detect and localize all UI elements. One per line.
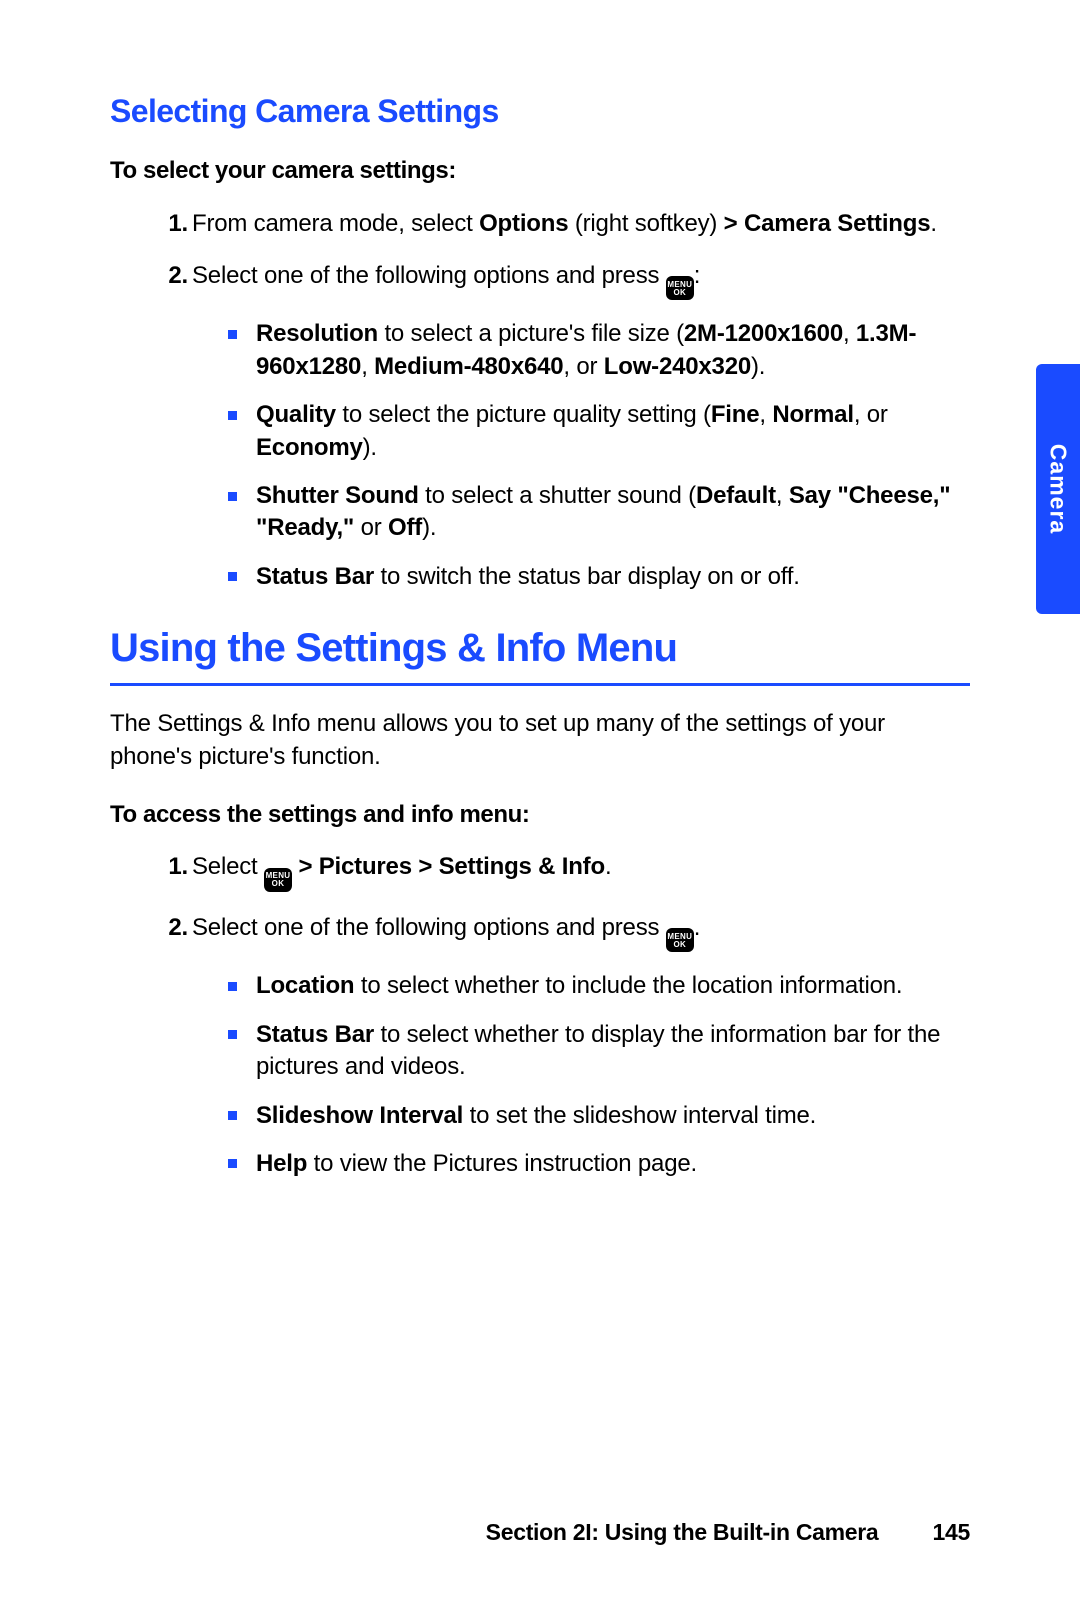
option-name: Status Bar xyxy=(256,1021,374,1048)
text: ," xyxy=(336,514,354,541)
text: . xyxy=(694,914,700,941)
text: , xyxy=(759,401,772,428)
key-bottom: OK xyxy=(673,289,686,297)
footer-section-label: Section 2I: Using the Built-in Camera xyxy=(486,1519,879,1545)
value: Fine xyxy=(711,401,760,428)
steps-access-settings-info: Select MENUOK > Pictures > Settings & In… xyxy=(110,851,970,1180)
text: , or xyxy=(854,401,888,428)
manual-page: Camera Selecting Camera Settings To sele… xyxy=(0,0,1080,1620)
option-status-bar: Status Bar to select whether to display … xyxy=(228,1019,970,1084)
page-footer: Section 2I: Using the Built-in Camera 14… xyxy=(0,1517,1080,1548)
option-resolution: Resolution to select a picture's file si… xyxy=(228,318,970,383)
text: to select a picture's file size ( xyxy=(378,320,684,347)
text: , xyxy=(361,353,374,380)
side-tab-label: Camera xyxy=(1042,444,1073,534)
footer-page-number: 145 xyxy=(933,1517,970,1548)
text: : xyxy=(694,262,700,289)
heading-selecting-camera-settings: Selecting Camera Settings xyxy=(110,90,970,133)
option-name: Quality xyxy=(256,401,336,428)
step-2: Select one of the following options and … xyxy=(162,912,970,1180)
option-help: Help to view the Pictures instruction pa… xyxy=(228,1148,970,1180)
text-bold: > Camera Settings xyxy=(724,210,931,237)
text: to view the Pictures instruction page. xyxy=(307,1150,697,1177)
heading-using-settings-info-menu: Using the Settings & Info Menu xyxy=(110,621,970,675)
text: Select xyxy=(192,853,264,880)
side-tab-camera: Camera xyxy=(1036,364,1080,614)
option-status-bar: Status Bar to switch the status bar disp… xyxy=(228,561,970,593)
settings-info-options: Location to select whether to include th… xyxy=(192,970,970,1180)
option-name: Location xyxy=(256,972,354,999)
text-bold: > Pictures > Settings & Info xyxy=(292,853,605,880)
value: Ready xyxy=(267,514,336,541)
text: Select one of the following options and … xyxy=(192,914,666,941)
text: Select one of the following options and … xyxy=(192,262,666,289)
menu-ok-key-icon: MENUOK xyxy=(666,928,694,952)
step-1: From camera mode, select Options (right … xyxy=(162,208,970,240)
intro-paragraph: The Settings & Info menu allows you to s… xyxy=(110,708,970,773)
key-bottom: OK xyxy=(673,941,686,949)
step-2: Select one of the following options and … xyxy=(162,260,970,593)
text: , xyxy=(776,482,789,509)
text: ). xyxy=(363,434,377,461)
value: Default xyxy=(696,482,776,509)
text: to select the picture quality setting ( xyxy=(336,401,711,428)
value: Normal xyxy=(772,401,854,428)
option-name: Slideshow Interval xyxy=(256,1102,463,1129)
option-slideshow-interval: Slideshow Interval to set the slideshow … xyxy=(228,1100,970,1132)
lead-access-settings-info: To access the settings and info menu: xyxy=(110,799,970,831)
option-name: Help xyxy=(256,1150,307,1177)
text: . xyxy=(930,210,936,237)
text-bold: Options xyxy=(479,210,568,237)
text: ). xyxy=(422,514,436,541)
menu-ok-key-icon: MENUOK xyxy=(264,868,292,892)
value: Say "Cheese xyxy=(789,482,933,509)
step-1: Select MENUOK > Pictures > Settings & In… xyxy=(162,851,970,892)
text: to select whether to include the locatio… xyxy=(354,972,902,999)
menu-ok-key-icon: MENUOK xyxy=(666,276,694,300)
key-bottom: OK xyxy=(272,880,285,888)
text: or xyxy=(354,514,388,541)
text: to switch the status bar display on or o… xyxy=(374,563,800,590)
heading-rule xyxy=(110,683,970,686)
option-quality: Quality to select the picture quality se… xyxy=(228,399,970,464)
lead-select-camera-settings: To select your camera settings: xyxy=(110,155,970,187)
option-name: Resolution xyxy=(256,320,378,347)
option-location: Location to select whether to include th… xyxy=(228,970,970,1002)
option-name: Shutter Sound xyxy=(256,482,419,509)
camera-settings-options: Resolution to select a picture's file si… xyxy=(192,318,970,593)
value: Economy xyxy=(256,434,363,461)
text: , xyxy=(843,320,856,347)
text: to set the slideshow interval time. xyxy=(463,1102,816,1129)
text: . xyxy=(605,853,611,880)
value: 2M-1200x1600 xyxy=(684,320,843,347)
text: ). xyxy=(751,353,765,380)
value: Medium-480x640 xyxy=(374,353,563,380)
text: to select a shutter sound ( xyxy=(419,482,696,509)
option-shutter-sound: Shutter Sound to select a shutter sound … xyxy=(228,480,970,545)
value: Low-240x320 xyxy=(604,353,751,380)
steps-select-camera-settings: From camera mode, select Options (right … xyxy=(110,208,970,594)
value: Off xyxy=(388,514,422,541)
text: From camera mode, select xyxy=(192,210,479,237)
text: (right softkey) xyxy=(568,210,723,237)
text: , or xyxy=(563,353,603,380)
option-name: Status Bar xyxy=(256,563,374,590)
